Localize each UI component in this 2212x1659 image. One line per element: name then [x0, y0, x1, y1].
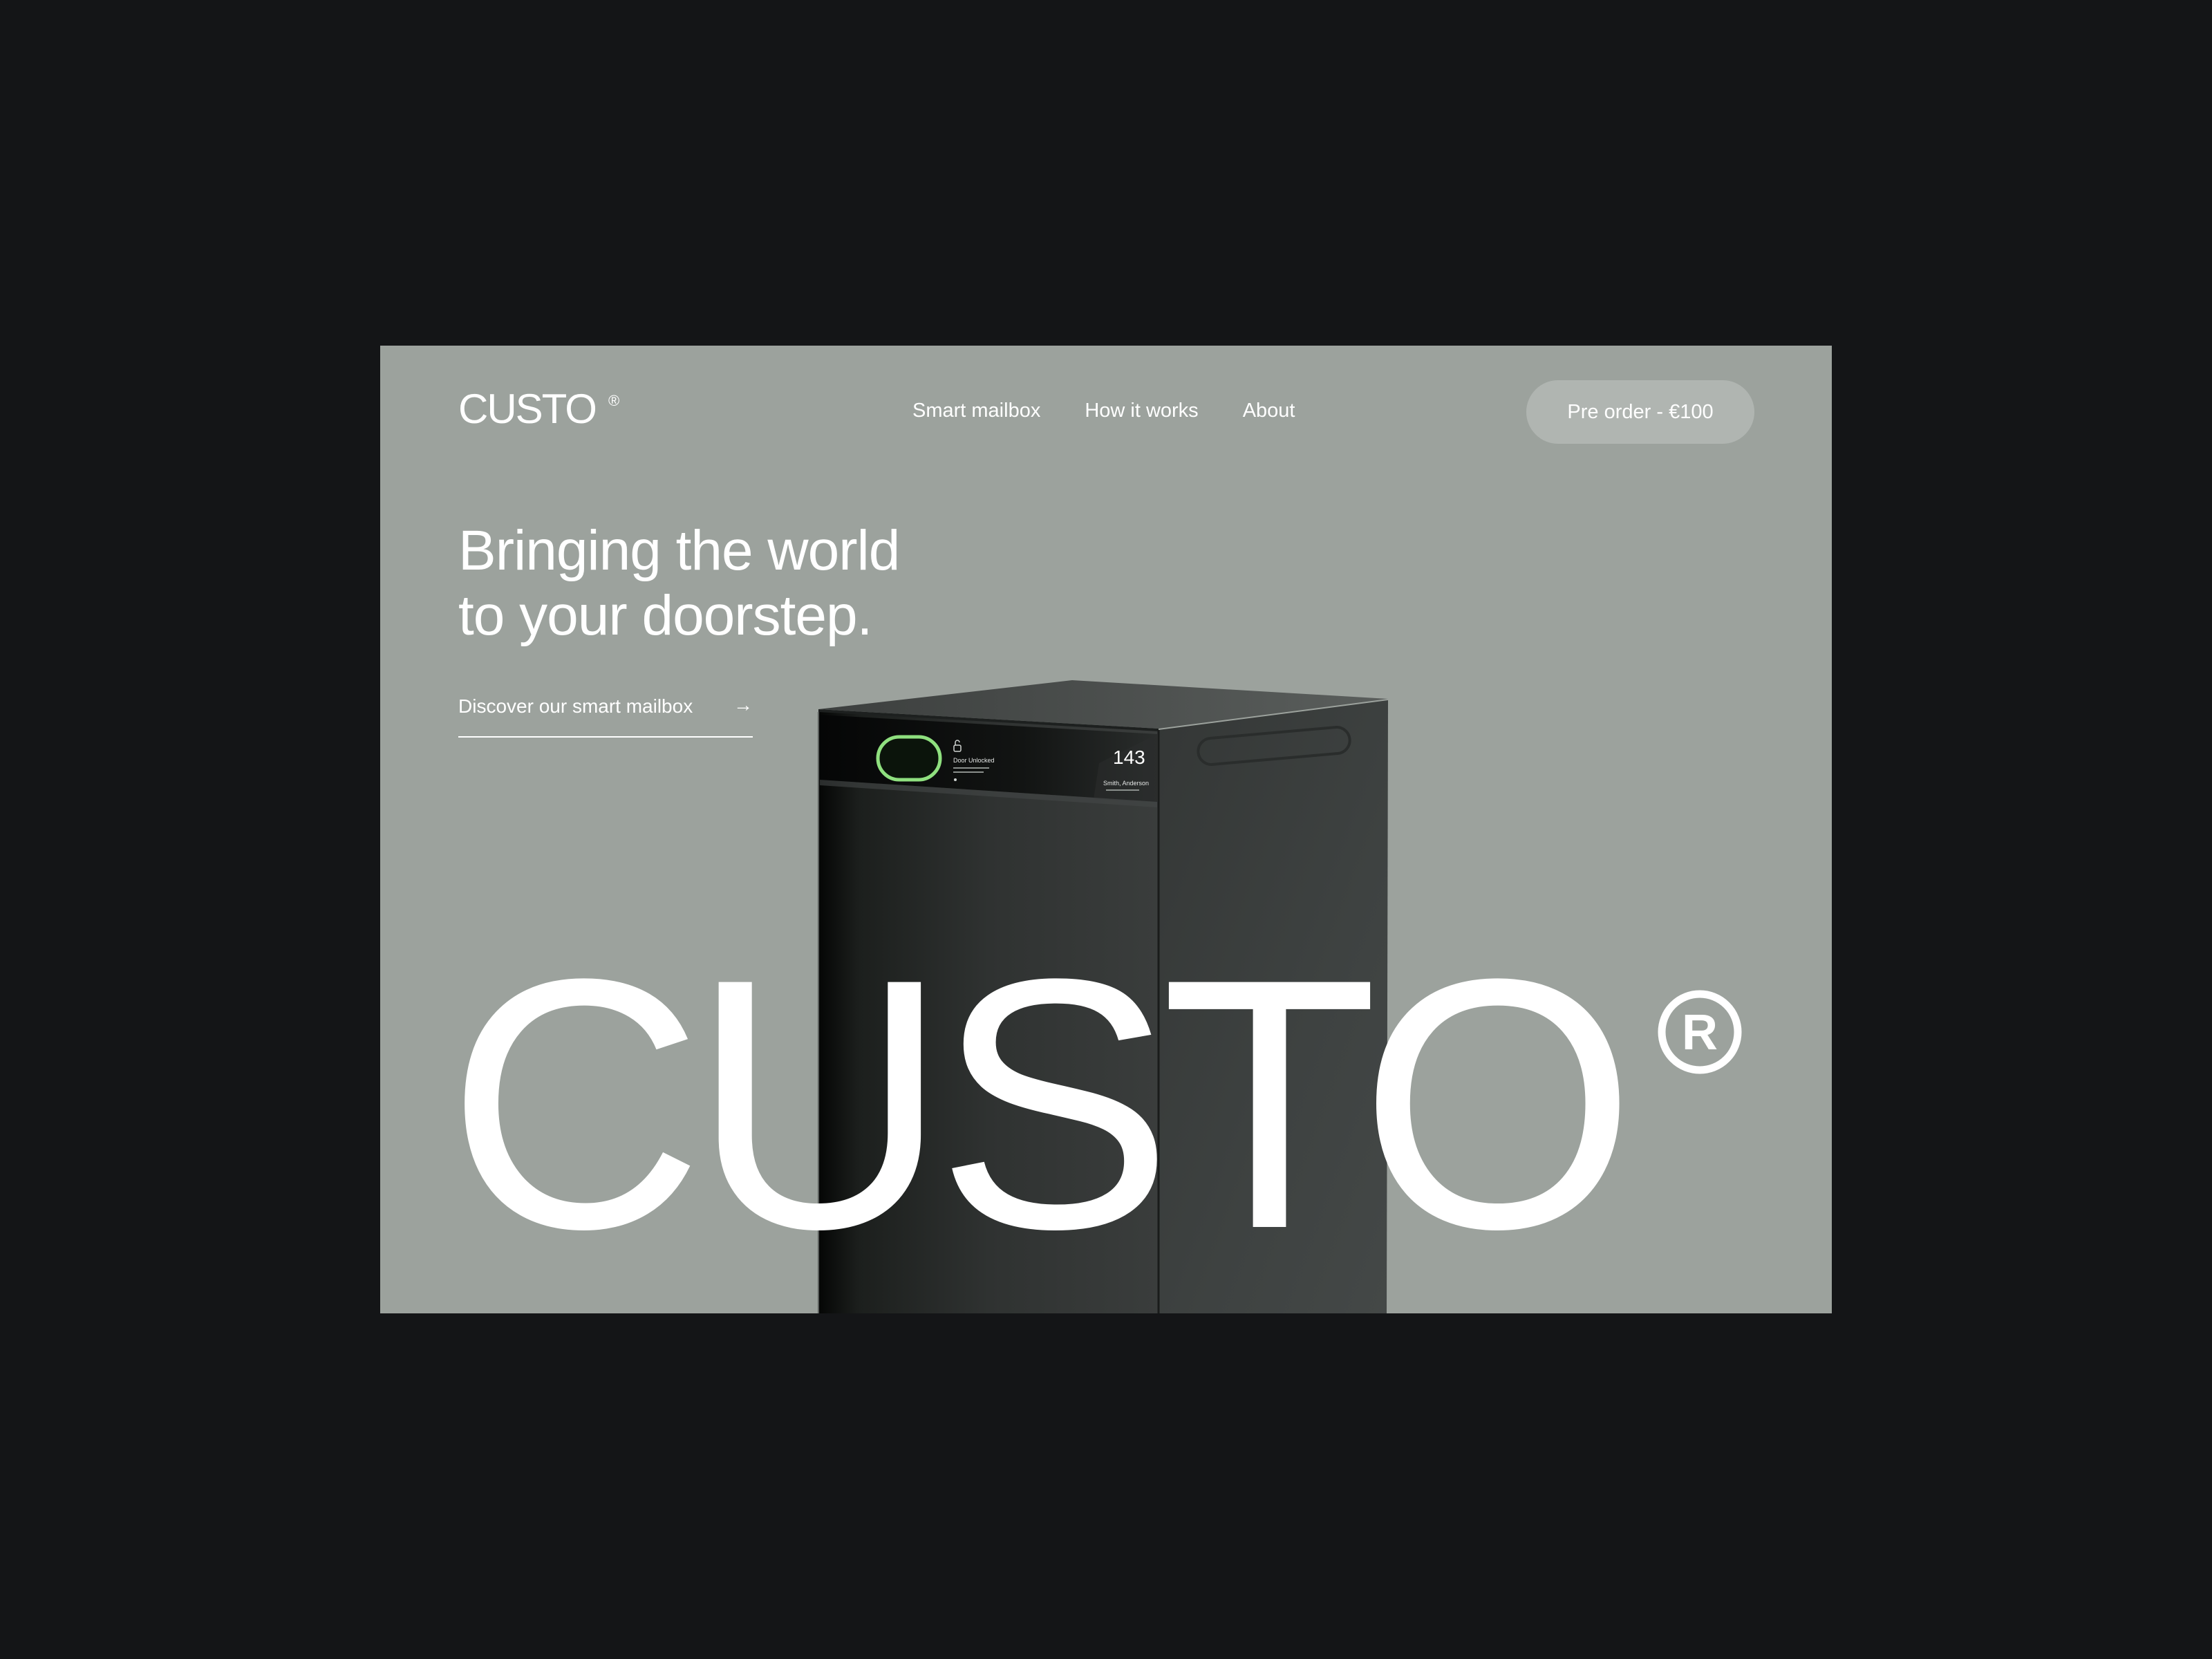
- pre-order-label: Pre order - €100: [1567, 400, 1714, 423]
- svg-text:R: R: [1682, 1005, 1718, 1060]
- discover-link[interactable]: Discover our smart mailbox →: [458, 694, 753, 738]
- hero-headline: Bringing the world to your doorstep.: [458, 518, 1080, 648]
- nav-link-how-it-works[interactable]: How it works: [1085, 401, 1198, 421]
- discover-link-label: Discover our smart mailbox: [458, 695, 693, 717]
- brand-logo[interactable]: CUSTO: [458, 386, 597, 432]
- main-nav: Smart mailbox How it works About: [912, 401, 1295, 421]
- brand-logo-text: CUSTO: [458, 386, 597, 432]
- hero-frame: Door Unlocked 143 Smith, Anderson CUSTO …: [380, 346, 1832, 1313]
- nav-link-about[interactable]: About: [1243, 401, 1295, 421]
- screen-status-text: Door Unlocked: [953, 757, 995, 764]
- screen-number-text: 143: [1113, 747, 1145, 768]
- screen-name-text: Smith, Anderson: [1103, 780, 1149, 787]
- hero-headline-line-1: Bringing the world: [458, 519, 900, 582]
- arrow-right-icon: →: [733, 694, 753, 715]
- hero-wordmark: CUSTO: [447, 906, 1636, 1303]
- pre-order-button[interactable]: Pre order - €100: [1526, 380, 1754, 444]
- hero-headline-line-2: to your doorstep.: [458, 584, 872, 647]
- registered-mark-icon: R: [1658, 990, 1742, 1074]
- nav-link-smart-mailbox[interactable]: Smart mailbox: [912, 401, 1040, 421]
- logo-registered-mark: ®: [608, 392, 620, 409]
